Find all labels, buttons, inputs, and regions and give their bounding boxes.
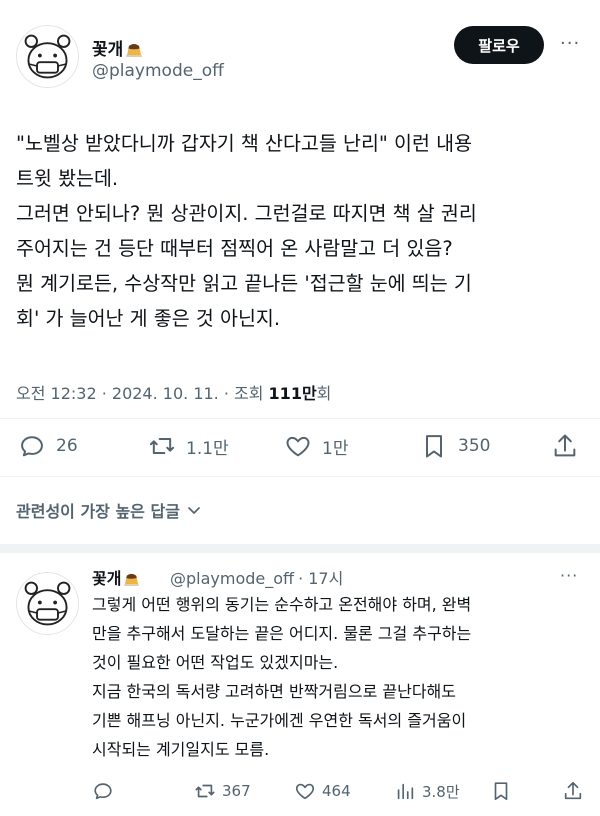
like-count: 1만 <box>322 438 349 459</box>
reply-time[interactable]: · 17시 <box>298 569 343 588</box>
reply-reply-button[interactable] <box>92 780 114 802</box>
avatar[interactable] <box>16 25 79 88</box>
reply-text-line: 시작되는 계기일지도 모름. <box>92 740 270 759</box>
reply-count: 26 <box>56 436 78 456</box>
like-icon <box>286 436 310 457</box>
divider <box>0 476 600 477</box>
post-text: "노벨상 받았다니까 갑자기 책 산다고들 난리" 이런 내용 트윗 봤는데. … <box>16 126 586 336</box>
more-dots-icon[interactable]: ··· <box>560 33 580 54</box>
post-text-line: 주어지는 건 등단 때부터 점찍어 온 사람말고 더 있음? <box>16 237 453 260</box>
post-text-line: 트윗 봤는데. <box>16 167 119 190</box>
reply-button[interactable]: 26 <box>18 432 78 460</box>
chevron-down-icon <box>188 507 200 514</box>
avatar-mascot-icon <box>24 34 71 79</box>
reply-icon <box>21 436 43 457</box>
reply-views-button[interactable]: 3.8만 <box>394 780 460 802</box>
reply-text-line: 그렇게 어떤 행위의 동기는 순수하고 온전해야 하며, 완벽 <box>92 595 472 614</box>
reply-sort-dropdown[interactable]: 관련성이 가장 높은 답글 <box>16 498 202 522</box>
reply-repost-button[interactable]: 367 <box>194 780 251 802</box>
share-icon <box>554 434 576 457</box>
display-name[interactable]: 꽃개 <box>92 35 143 62</box>
reply-text-line: 것이 필요한 어떤 작업도 있겠지마는. <box>92 653 339 672</box>
post-text-line: 회' 가 늘어난 게 좋은 것 아닌지. <box>16 307 281 330</box>
repost-button[interactable]: 1.1만 <box>148 432 229 460</box>
reply-sort-label: 관련성이 가장 높은 답글 <box>16 502 180 521</box>
repost-count: 1.1만 <box>186 438 229 459</box>
post-timestamp[interactable]: 오전 12:32 · 2024. 10. 11. · 조회 <box>16 384 269 403</box>
reply-share-button[interactable] <box>562 780 584 802</box>
reply-text-line: 만을 추구해서 도달하는 끝은 어디지. 물론 그걸 추구하는 <box>92 624 472 643</box>
divider <box>0 418 600 419</box>
view-suffix: 회 <box>316 384 332 403</box>
more-dots-icon[interactable]: ··· <box>560 566 578 585</box>
reply-view-count: 3.8만 <box>422 782 460 801</box>
reply-repost-count: 367 <box>222 782 251 800</box>
repost-icon <box>195 784 215 798</box>
reply-text-line: 기쁜 해프닝 아닌지. 누군가에겐 우연한 독서의 즐거움이 <box>92 711 467 730</box>
bookmark-icon <box>494 782 508 801</box>
reply-handle[interactable]: @playmode_off <box>170 569 294 588</box>
post-text-line: 그러면 안되나? 뭔 상관이지. 그런걸로 따지면 책 살 권리 <box>16 202 477 225</box>
reply-like-button[interactable]: 464 <box>294 780 351 802</box>
avatar[interactable] <box>16 572 79 635</box>
pudding-emoji-icon <box>125 41 143 62</box>
bookmark-count: 350 <box>458 436 491 456</box>
bookmark-button[interactable]: 350 <box>420 432 490 460</box>
bookmark-icon <box>426 435 442 458</box>
share-button[interactable] <box>551 432 579 460</box>
reply-display-name[interactable]: 꽃개 <box>92 565 140 590</box>
like-icon <box>295 783 315 800</box>
reply-icon <box>94 783 112 800</box>
views-icon <box>397 783 414 800</box>
pudding-emoji-icon <box>123 571 140 590</box>
user-handle[interactable]: @playmode_off <box>92 61 224 81</box>
post-text-line: "노벨상 받았다니까 갑자기 책 산다고들 난리" 이런 내용 <box>16 132 473 155</box>
reply-handle-time: @playmode_off · 17시 <box>170 565 343 589</box>
post-meta: 오전 12:32 · 2024. 10. 11. · 조회 111만회 <box>16 380 331 404</box>
post-text-line: 뭔 계기로든, 수상작만 읽고 끝나든 '접근할 눈에 띄는 기 <box>16 272 472 295</box>
section-separator <box>0 544 600 553</box>
reply-text-line: 지금 한국의 독서량 고려하면 반짝거림으로 끝난다해도 <box>92 682 456 701</box>
follow-button[interactable]: 팔로우 <box>454 26 544 64</box>
like-button[interactable]: 1만 <box>284 432 348 460</box>
share-icon <box>564 781 582 800</box>
reply-bookmark-button[interactable] <box>490 780 512 802</box>
reply-like-count: 464 <box>322 782 351 800</box>
view-count: 111만 <box>268 384 317 403</box>
avatar-mascot-icon <box>24 581 71 626</box>
repost-icon <box>149 438 175 454</box>
reply-text: 그렇게 어떤 행위의 동기는 순수하고 온전해야 하며, 완벽 만을 추구해서 … <box>92 590 592 764</box>
